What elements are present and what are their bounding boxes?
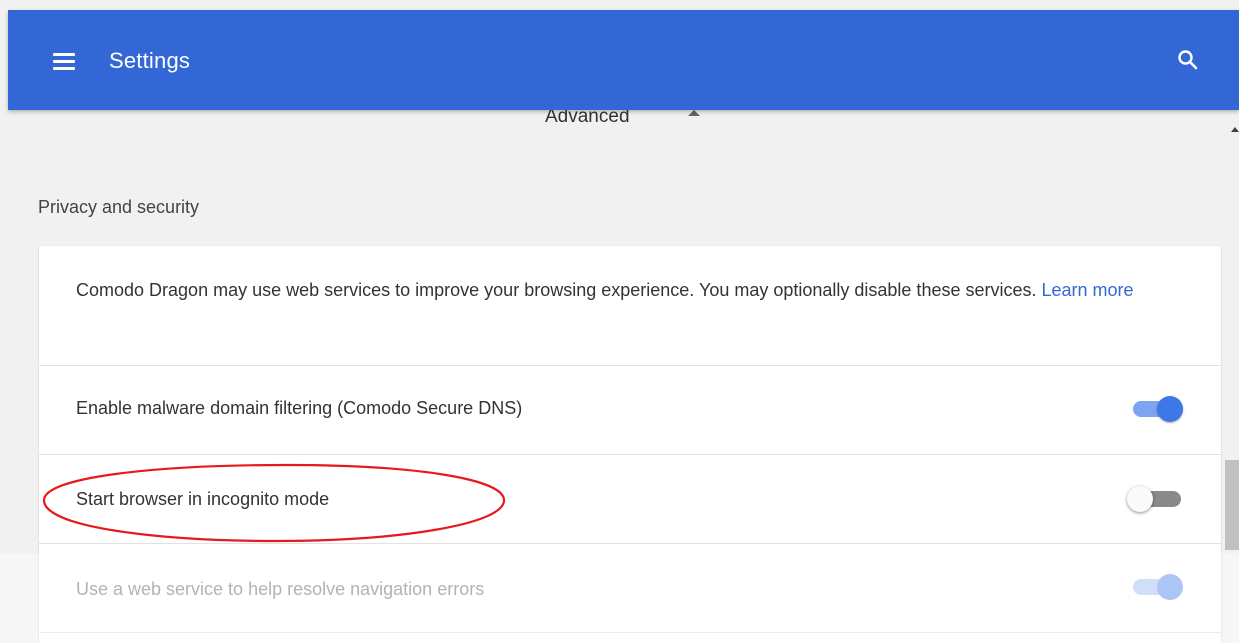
settings-page: Settings Advanced Privacy and security C…: [0, 0, 1239, 643]
row-label-malware-filtering: Enable malware domain filtering (Comodo …: [76, 398, 523, 418]
settings-toolbar: Settings: [8, 10, 1239, 110]
description-text: Comodo Dragon may use web services to im…: [76, 280, 1042, 300]
toggle-knob: [1157, 396, 1183, 422]
annotation-ellipse: [42, 463, 506, 543]
scroll-up-arrow-icon[interactable]: [1231, 127, 1239, 132]
learn-more-link[interactable]: Learn more: [1042, 280, 1134, 300]
toggle-malware-filtering[interactable]: [1131, 393, 1185, 423]
section-title: Privacy and security: [38, 197, 200, 217]
privacy-description: Comodo Dragon may use web services to im…: [76, 275, 1186, 306]
divider: [39, 365, 1221, 366]
page-title: Settings: [109, 48, 191, 73]
arrow-up-icon: [688, 110, 700, 116]
search-icon[interactable]: [1176, 48, 1200, 72]
toggle-knob: [1157, 574, 1183, 600]
hamburger-menu-icon[interactable]: [53, 51, 75, 71]
divider: [39, 632, 1221, 633]
toggle-incognito-mode[interactable]: [1127, 483, 1185, 513]
privacy-card: Comodo Dragon may use web services to im…: [39, 246, 1221, 643]
scrollbar-thumb[interactable]: [1225, 460, 1239, 550]
toggle-knob: [1127, 486, 1153, 512]
toggle-navigation-errors[interactable]: [1131, 571, 1185, 601]
row-label-navigation-errors: Use a web service to help resolve naviga…: [76, 579, 485, 599]
